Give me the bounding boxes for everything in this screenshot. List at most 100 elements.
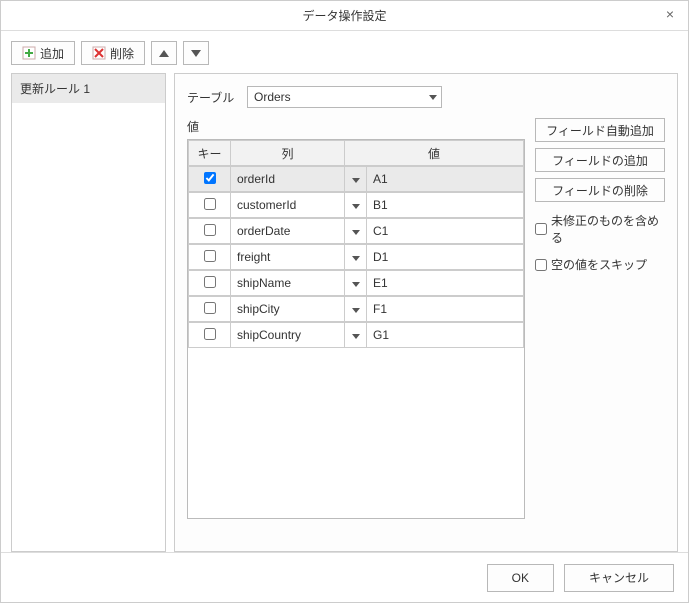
table-row[interactable]: shipCountry G1 [188, 322, 524, 348]
column-cell[interactable]: orderDate [231, 219, 345, 244]
delete-button[interactable]: 削除 [81, 41, 145, 65]
key-checkbox[interactable] [204, 302, 216, 314]
add-field-button[interactable]: フィールドの追加 [535, 148, 665, 172]
value-cell[interactable]: G1 [367, 323, 524, 348]
header-col: 列 [231, 141, 345, 166]
main-panel: テーブル Orders 値 キー [174, 73, 678, 552]
column-dropdown[interactable] [345, 323, 367, 348]
delete-button-label: 削除 [110, 45, 134, 62]
table-row[interactable]: orderId A1 [188, 166, 524, 192]
key-cell [189, 219, 231, 244]
table-row[interactable]: shipName E1 [188, 270, 524, 296]
rules-sidebar: 更新ルール 1 [11, 73, 166, 552]
chevron-down-icon [352, 256, 360, 261]
cancel-button[interactable]: キャンセル [564, 564, 674, 592]
move-down-button[interactable] [183, 41, 209, 65]
column-cell[interactable]: shipCountry [231, 323, 345, 348]
column-dropdown[interactable] [345, 297, 367, 322]
chevron-down-icon [352, 178, 360, 183]
table-select-value: Orders [254, 90, 291, 104]
key-cell [189, 167, 231, 192]
chevron-down-icon [352, 204, 360, 209]
values-table: キー 列 値 orderIdA1customerIdB1orderDateC1f… [188, 140, 524, 348]
side-actions: フィールド自動追加 フィールドの追加 フィールドの削除 未修正のものを含める [535, 118, 665, 519]
key-checkbox[interactable] [204, 172, 216, 184]
value-cell[interactable]: D1 [367, 245, 524, 270]
values-label: 値 [187, 118, 525, 135]
value-cell[interactable]: C1 [367, 219, 524, 244]
column-cell[interactable]: freight [231, 245, 345, 270]
close-icon[interactable]: × [660, 5, 680, 25]
column-cell[interactable]: orderId [231, 167, 345, 192]
value-cell[interactable]: A1 [367, 167, 524, 192]
chevron-down-icon [352, 282, 360, 287]
column-cell[interactable]: customerId [231, 193, 345, 218]
value-cell[interactable]: B1 [367, 193, 524, 218]
table-row[interactable]: orderDate C1 [188, 218, 524, 244]
key-checkbox[interactable] [204, 250, 216, 262]
skip-empty-row: 空の値をスキップ [535, 256, 665, 273]
key-cell [189, 271, 231, 296]
add-icon [22, 46, 36, 60]
chevron-down-icon [352, 308, 360, 313]
include-unmodified-checkbox[interactable] [535, 223, 547, 235]
move-up-button[interactable] [151, 41, 177, 65]
column-dropdown[interactable] [345, 271, 367, 296]
include-unmodified-label: 未修正のものを含める [551, 212, 665, 246]
cancel-button-label: キャンセル [589, 569, 649, 586]
include-unmodified-row: 未修正のものを含める [535, 212, 665, 246]
table-label: テーブル [187, 89, 237, 106]
skip-empty-label: 空の値をスキップ [551, 256, 647, 273]
key-checkbox[interactable] [204, 328, 216, 340]
values-area: 値 キー 列 値 orderIdA1custom [187, 118, 665, 519]
key-cell [189, 193, 231, 218]
table-row[interactable]: customerId B1 [188, 192, 524, 218]
column-dropdown[interactable] [345, 245, 367, 270]
column-cell[interactable]: shipName [231, 271, 345, 296]
key-cell [189, 323, 231, 348]
key-cell [189, 297, 231, 322]
key-checkbox[interactable] [204, 198, 216, 210]
auto-add-field-button[interactable]: フィールド自動追加 [535, 118, 665, 142]
dialog-body: 追加 削除 更新ルール 1 テー [1, 31, 688, 552]
titlebar: データ操作設定 × [1, 1, 688, 31]
add-button-label: 追加 [40, 45, 64, 62]
chevron-down-icon [352, 230, 360, 235]
column-dropdown[interactable] [345, 219, 367, 244]
add-button[interactable]: 追加 [11, 41, 75, 65]
auto-add-field-label: フィールド自動追加 [546, 122, 654, 139]
delete-field-button[interactable]: フィールドの削除 [535, 178, 665, 202]
dialog-title: データ操作設定 [302, 7, 386, 24]
content: 更新ルール 1 テーブル Orders 値 [11, 73, 678, 552]
add-field-label: フィールドの追加 [552, 152, 648, 169]
value-cell[interactable]: F1 [367, 297, 524, 322]
key-checkbox[interactable] [204, 276, 216, 288]
value-cell[interactable]: E1 [367, 271, 524, 296]
column-dropdown[interactable] [345, 193, 367, 218]
table-header-row: キー 列 値 [188, 140, 524, 166]
ok-button[interactable]: OK [487, 564, 554, 592]
dialog: データ操作設定 × 追加 削除 [0, 0, 689, 603]
chevron-up-icon [159, 50, 169, 57]
table-row-selector: テーブル Orders [187, 86, 665, 108]
header-val: 値 [345, 141, 524, 166]
footer: OK キャンセル [1, 552, 688, 602]
table-row[interactable]: shipCity F1 [188, 296, 524, 322]
sidebar-item-label: 更新ルール 1 [20, 82, 90, 96]
sidebar-item-rule[interactable]: 更新ルール 1 [12, 74, 165, 103]
chevron-down-icon [191, 50, 201, 57]
column-cell[interactable]: shipCity [231, 297, 345, 322]
chevron-down-icon [352, 334, 360, 339]
table-row[interactable]: freight D1 [188, 244, 524, 270]
key-cell [189, 245, 231, 270]
toolbar: 追加 削除 [11, 41, 678, 65]
column-dropdown[interactable] [345, 167, 367, 192]
table-select[interactable]: Orders [247, 86, 442, 108]
header-key: キー [189, 141, 231, 166]
key-checkbox[interactable] [204, 224, 216, 236]
skip-empty-checkbox[interactable] [535, 259, 547, 271]
chevron-down-icon [429, 95, 437, 100]
grid-wrap: 値 キー 列 値 orderIdA1custom [187, 118, 525, 519]
values-grid: キー 列 値 orderIdA1customerIdB1orderDateC1f… [187, 139, 525, 519]
delete-icon [92, 46, 106, 60]
